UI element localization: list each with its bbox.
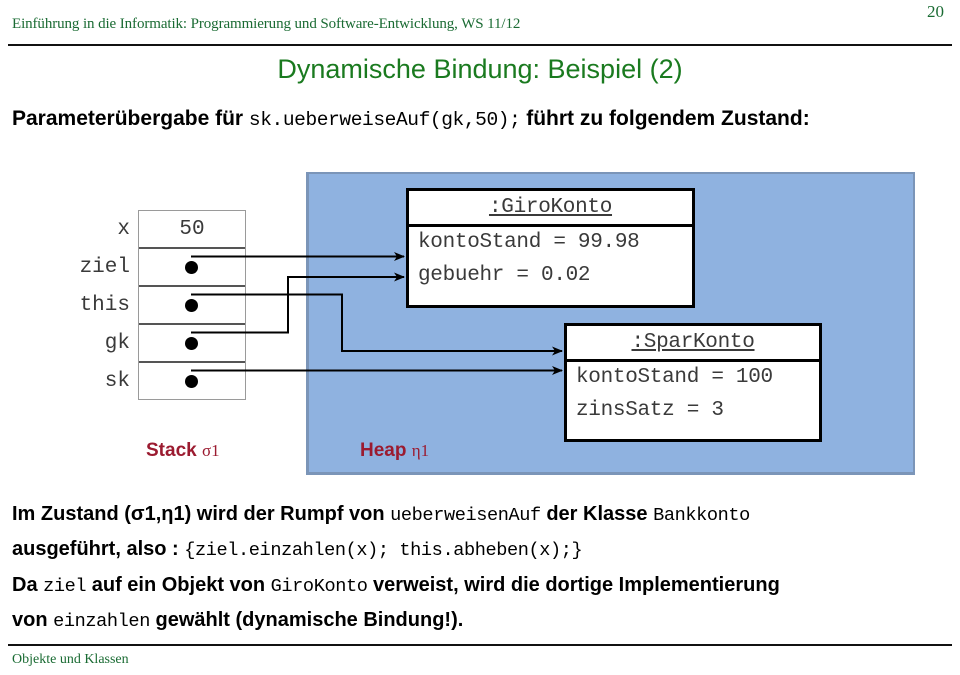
body-paragraph-1: Im Zustand (σ1,η1) wird der Rumpf von ue… — [12, 503, 750, 526]
object-title-girokonto: :GiroKonto — [409, 191, 692, 227]
intro-line: Parameterübergabe für sk.ueberweiseAuf(g… — [12, 107, 810, 131]
stack-label-sigma: σ1 — [201, 441, 220, 460]
intro-suffix: führt zu folgendem Zustand: — [520, 107, 810, 130]
object-attr-sparkonto-zinssatz: zinsSatz = 3 — [576, 398, 724, 422]
body-paragraph-2: ausgeführt, also : {ziel.einzahlen(x); t… — [12, 538, 583, 562]
header-divider — [8, 44, 952, 46]
course-header-text: Einführung in die Informatik: Programmie… — [12, 16, 521, 32]
object-title-sparkonto: :SparKonto — [567, 326, 819, 362]
state-diagram: x ziel this gk sk 50:GiroKonto kontoSta… — [0, 160, 960, 490]
stack-label: Stack σ1 — [146, 440, 220, 461]
code-einzahlen: einzahlen — [53, 611, 150, 633]
page-title: Dynamische Bindung: Beispiel (2) — [277, 54, 683, 84]
intro-code: sk.ueberweiseAuf(gk,50); — [248, 109, 521, 131]
body-paragraph-3: Da ziel auf ein Objekt von GiroKonto ver… — [12, 573, 780, 597]
code-bankkonto: Bankkonto — [653, 505, 750, 526]
code-method-body: {ziel.einzahlen(x); this.abheben(x);} — [184, 540, 583, 562]
heap-label: Heap η1 — [360, 440, 430, 461]
object-attr-girokonto-gebuehr: gebuehr = 0.02 — [418, 263, 591, 287]
body-text: Im Zustand (σ1,η1) wird der Rumpf von ue… — [12, 500, 952, 642]
object-attr-sparkonto-kontostand: kontoStand = 100 — [576, 366, 773, 389]
object-box-girokonto: :GiroKonto kontoStand = 99.98 gebuehr = … — [406, 188, 695, 308]
object-box-sparkonto: :SparKonto kontoStand = 100 zinsSatz = 3 — [564, 323, 822, 442]
heap-label-eta: η1 — [411, 441, 430, 460]
object-attr-girokonto-kontostand: kontoStand = 99.98 — [418, 231, 640, 254]
code-ziel: ziel — [43, 575, 87, 597]
code-ueberweisenauf: ueberweisenAuf — [390, 505, 541, 526]
intro-prefix: Parameterübergabe für — [12, 107, 249, 130]
footer-section-label: Objekte und Klassen — [12, 652, 129, 667]
body-paragraph-4: von einzahlen gewählt (dynamische Bindun… — [12, 609, 464, 633]
page-number: 20 — [927, 2, 944, 21]
footer-divider — [8, 644, 952, 646]
code-girokonto: GiroKonto — [270, 575, 368, 597]
